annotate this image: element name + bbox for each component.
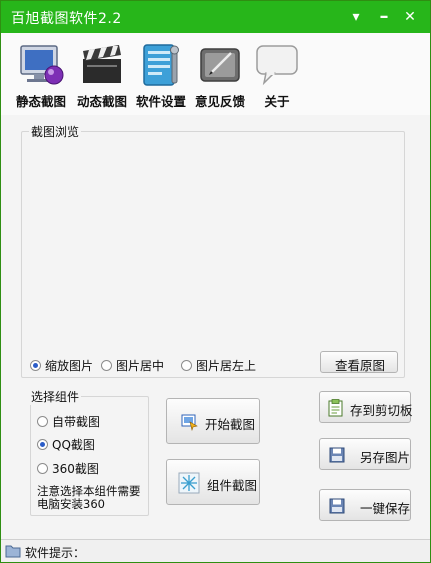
tool-feedback[interactable]: 意见反馈 [191, 41, 249, 113]
status-label: 软件提示： [25, 546, 86, 560]
save-clipboard-button[interactable]: 存到剪切板 [319, 391, 413, 423]
minimize-button[interactable]: – [373, 7, 395, 27]
floppy-disk-icon [329, 498, 345, 514]
radio-indicator [37, 463, 48, 474]
start-capture-button[interactable]: 开始截图 [166, 398, 260, 444]
tool-about[interactable]: 关于 [248, 41, 306, 113]
button-label: 另存图片 [360, 450, 411, 465]
radio-label: 图片居左上 [196, 359, 257, 373]
menu-dropdown-button[interactable]: ▾ [345, 7, 367, 27]
button-label: 查看原图 [335, 358, 386, 373]
button-label: 开始截图 [205, 417, 256, 432]
radio-indicator [181, 360, 192, 371]
app-window: 百旭截图软件2.2 ▾ – ✕ 静态截图 动态截图 软件设置 意见反馈 关于 截… [0, 0, 431, 563]
save-as-button[interactable]: 另存图片 [319, 438, 411, 470]
component-note: 注意选择本组件需要电脑安装360 [37, 484, 141, 511]
tool-static-capture[interactable]: 静态截图 [12, 41, 70, 113]
toolbar: 静态截图 动态截图 软件设置 意见反馈 关于 [1, 33, 430, 115]
tool-label: 静态截图 [15, 94, 66, 109]
tool-dynamic-capture[interactable]: 动态截图 [73, 41, 131, 113]
clipboard-icon [328, 399, 343, 417]
tool-label: 软件设置 [135, 94, 186, 109]
radio-indicator [37, 416, 48, 427]
snowflake-icon [178, 472, 200, 494]
monitor-icon [20, 45, 64, 85]
speech-bubble-icon [256, 45, 298, 86]
title-bar: 百旭截图软件2.2 ▾ – ✕ [1, 1, 430, 33]
folder-icon [5, 545, 21, 558]
radio-label: 自带截图 [52, 415, 101, 429]
preview-canvas [23, 141, 401, 347]
one-click-save-button[interactable]: 一键保存 [319, 489, 411, 521]
button-label: 存到剪切板 [350, 403, 413, 418]
radio-label: 360截图 [52, 462, 99, 476]
window-title: 百旭截图软件2.2 [11, 11, 122, 27]
tool-label: 关于 [264, 94, 290, 109]
button-label: 组件截图 [207, 478, 258, 493]
settings-icon [143, 44, 179, 86]
radio-label: QQ截图 [52, 438, 95, 452]
close-button[interactable]: ✕ [399, 7, 421, 27]
radio-indicator [37, 439, 48, 450]
tool-label: 动态截图 [76, 94, 127, 109]
radio-label: 图片居中 [116, 359, 165, 373]
preview-legend: 截图浏览 [29, 123, 82, 140]
view-original-button[interactable]: 查看原图 [320, 351, 398, 373]
component-capture-button[interactable]: 组件截图 [166, 459, 260, 505]
tool-settings[interactable]: 软件设置 [132, 41, 190, 113]
button-label: 一键保存 [360, 501, 411, 516]
radio-indicator [30, 360, 41, 371]
components-legend: 选择组件 [29, 388, 82, 405]
radio-label: 缩放图片 [45, 359, 94, 373]
status-bar: 软件提示： [1, 539, 430, 562]
clapperboard-icon [83, 45, 121, 83]
floppy-disk-icon [329, 447, 345, 463]
capture-icon [181, 414, 198, 431]
feedback-icon [200, 48, 240, 82]
radio-indicator [101, 360, 112, 371]
